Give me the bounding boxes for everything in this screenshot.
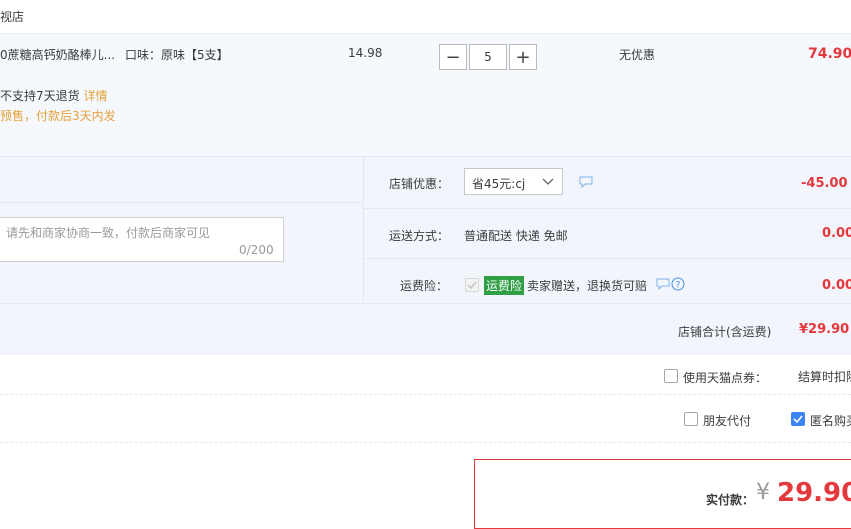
shipping-label: 运送方式： <box>389 229 450 243</box>
check-icon <box>467 281 477 290</box>
divider <box>0 394 851 395</box>
chat-icon[interactable] <box>656 278 670 290</box>
coupon-checkbox[interactable] <box>664 369 678 383</box>
message-placeholder: 请先和商家协商一致，付款后商家可见 <box>6 226 211 240</box>
insurance-tag: 运费险 <box>484 276 525 295</box>
friend-pay-checkbox[interactable] <box>684 412 698 426</box>
message-char-count: 0/200 <box>239 243 274 257</box>
insurance-label: 运费险： <box>400 279 449 293</box>
divider <box>0 442 851 443</box>
divider <box>364 208 851 209</box>
anonymous-label: 匿名购买 <box>810 414 851 428</box>
shipping-amount: 0.00 <box>822 226 851 241</box>
currency-symbol: ¥ <box>756 480 770 505</box>
svg-text:?: ? <box>676 281 681 291</box>
chevron-down-icon <box>542 178 554 185</box>
return-policy: 不支持7天退货 详情 <box>0 87 107 104</box>
shop-discount-select[interactable]: 省45元:cj <box>464 168 563 195</box>
payment-amount: 29.90 <box>777 478 851 508</box>
shop-discount-amount: -45.00 <box>801 176 848 191</box>
quantity-input[interactable]: 5 <box>469 44 507 70</box>
friend-pay-label: 朋友代付 <box>703 414 752 428</box>
chat-icon[interactable] <box>579 176 593 188</box>
item-title[interactable]: 0蔗糖高钙奶酪棒儿... <box>0 46 115 63</box>
seller-message-input[interactable]: 请先和商家协商一致，付款后商家可见 0/200 <box>0 217 284 262</box>
coupon-note: 结算时扣除 <box>798 370 851 384</box>
item-subtotal: 74.90 <box>808 46 851 62</box>
item-spec: 口味：原味【5支】 <box>125 48 229 62</box>
shop-discount-value: 省45元:cj <box>472 177 526 191</box>
insurance-amount: 0.00 <box>822 278 851 293</box>
return-policy-text: 不支持7天退货 <box>0 89 80 103</box>
anonymous-checkbox[interactable] <box>791 412 805 426</box>
divider <box>0 202 363 203</box>
decrease-quantity-button[interactable]: − <box>439 44 467 70</box>
payment-label: 实付款： <box>706 493 755 507</box>
shop-total-label: 店铺合计(含运费) <box>678 325 772 339</box>
insurance-checkbox <box>465 278 479 292</box>
divider <box>0 303 851 304</box>
return-details-link[interactable]: 详情 <box>83 89 107 103</box>
shop-total-amount: ¥29.90 <box>799 322 850 337</box>
coupon-label: 使用天猫点券： <box>683 371 768 385</box>
shop-name[interactable]: 视店 <box>0 8 24 25</box>
unit-price: 14.98 <box>348 46 383 60</box>
quantity-stepper: − 5 + <box>439 44 537 71</box>
check-icon <box>793 415 803 424</box>
presale-note: 预售，付款后3天内发 <box>0 109 116 123</box>
payment-summary-box: 实付款： ¥ 29.90 <box>474 459 851 529</box>
shipping-method: 普通配送 快递 免邮 <box>464 229 568 243</box>
help-icon[interactable]: ? <box>671 277 685 291</box>
item-discount: 无优惠 <box>619 48 656 62</box>
divider <box>364 258 851 259</box>
increase-quantity-button[interactable]: + <box>509 44 537 70</box>
shop-discount-label: 店铺优惠： <box>389 177 450 191</box>
insurance-description: 卖家赠送，退换货可赔 <box>527 279 648 293</box>
